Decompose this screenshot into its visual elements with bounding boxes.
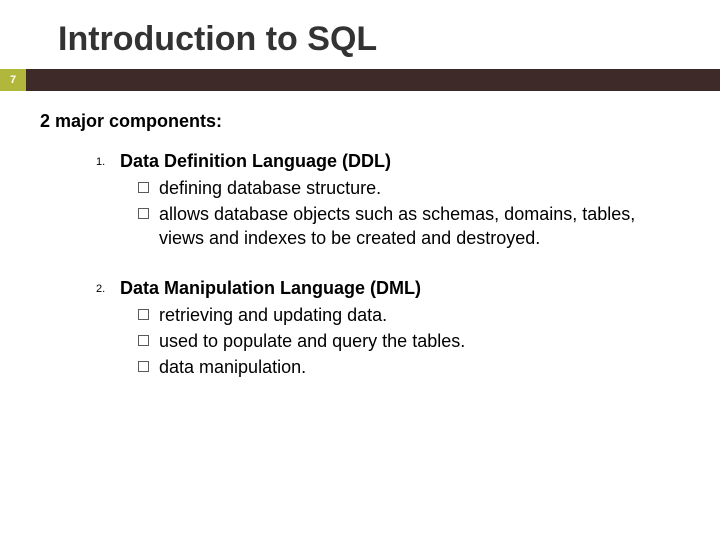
list-item: 2. Data Manipulation Language (DML) retr… xyxy=(96,276,680,381)
square-bullet-icon xyxy=(138,309,149,320)
sub-item: used to populate and query the tables. xyxy=(138,329,680,353)
slide-title: Introduction to SQL xyxy=(0,0,720,69)
subheading: 2 major components: xyxy=(40,109,680,133)
sub-item: allows database objects such as schemas,… xyxy=(138,202,680,251)
sub-text: defining database structure. xyxy=(159,176,680,200)
sub-list: defining database structure. allows data… xyxy=(138,176,680,251)
item-title: Data Manipulation Language (DML) xyxy=(120,278,421,298)
page-number: 7 xyxy=(0,69,26,91)
item-title: Data Definition Language (DDL) xyxy=(120,151,391,171)
square-bullet-icon xyxy=(138,335,149,346)
sub-text: allows database objects such as schemas,… xyxy=(159,202,680,251)
title-stripe: 7 xyxy=(0,69,720,91)
square-bullet-icon xyxy=(138,182,149,193)
sub-text: retrieving and updating data. xyxy=(159,303,680,327)
item-number: 2. xyxy=(96,282,110,297)
main-list: 1. Data Definition Language (DDL) defini… xyxy=(96,149,680,381)
item-number: 1. xyxy=(96,155,110,170)
sub-item: retrieving and updating data. xyxy=(138,303,680,327)
sub-text: used to populate and query the tables. xyxy=(159,329,680,353)
list-item: 1. Data Definition Language (DDL) defini… xyxy=(96,149,680,252)
square-bullet-icon xyxy=(138,361,149,372)
sub-item: defining database structure. xyxy=(138,176,680,200)
square-bullet-icon xyxy=(138,208,149,219)
sub-text: data manipulation. xyxy=(159,355,680,379)
sub-list: retrieving and updating data. used to po… xyxy=(138,303,680,380)
slide-body: 2 major components: 1. Data Definition L… xyxy=(0,91,720,382)
slide: Introduction to SQL 7 2 major components… xyxy=(0,0,720,540)
sub-item: data manipulation. xyxy=(138,355,680,379)
